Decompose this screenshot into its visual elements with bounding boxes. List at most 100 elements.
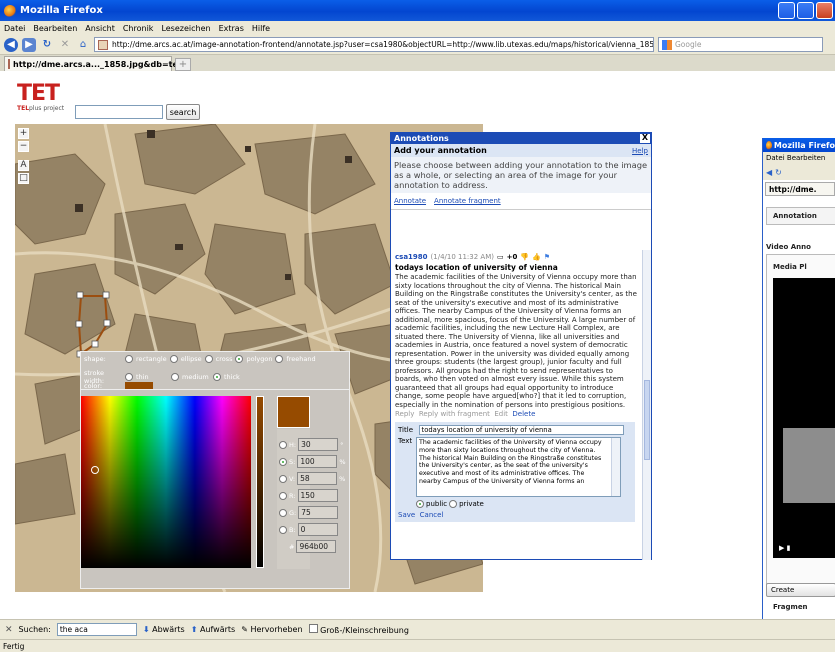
- s-input[interactable]: [297, 455, 338, 468]
- v-unit: %: [339, 474, 346, 483]
- second-firefox-window[interactable]: Mozilla Firefo Datei Bearbeiten ◀ ↻ http…: [762, 138, 835, 619]
- shape-ellipse-radio[interactable]: [169, 355, 178, 363]
- firefox-icon: [766, 140, 772, 150]
- reload-icon[interactable]: ↻: [40, 38, 54, 52]
- edit-annotation-form: Title todays location of university of v…: [395, 422, 635, 522]
- shape-freehand-radio[interactable]: [275, 355, 284, 363]
- h-input[interactable]: [298, 438, 339, 451]
- menu-ansicht[interactable]: Ansicht: [85, 24, 115, 33]
- annotation-scrollbar[interactable]: [642, 250, 651, 560]
- close-panel-button[interactable]: X: [640, 134, 650, 143]
- minimize-button[interactable]: [778, 2, 795, 19]
- shape-rectangle-label: rectangle: [136, 355, 167, 363]
- find-next-button[interactable]: ⬇ Abwärts: [143, 625, 185, 634]
- menu-extras[interactable]: Extras: [219, 24, 244, 33]
- annotate-links: Annotate Annotate fragment: [391, 193, 651, 210]
- arrow-down-icon: ⬇: [142, 625, 150, 634]
- menu-chronik[interactable]: Chronik: [123, 24, 154, 33]
- r-input[interactable]: [297, 489, 338, 502]
- tab-annotate[interactable]: http://dme.arcs.a..._1858.jpg&db=tel: [4, 56, 181, 71]
- thumbs-down-icon[interactable]: 👎: [520, 253, 529, 261]
- menu-hilfe[interactable]: Hilfe: [252, 24, 270, 33]
- maximize-button[interactable]: [797, 2, 814, 19]
- h-radio[interactable]: [279, 440, 287, 449]
- public-radio[interactable]: [416, 500, 424, 508]
- shape-rectangle-radio[interactable]: [125, 355, 133, 363]
- back-arrow-icon[interactable]: ◀: [766, 168, 772, 177]
- logo-sub-suffix: plus project: [29, 105, 65, 112]
- web-search-input[interactable]: Google: [658, 37, 823, 52]
- menu-bearbeiten[interactable]: Bearbeiten: [33, 24, 77, 33]
- color-cursor[interactable]: [91, 466, 99, 474]
- close-findbar-icon[interactable]: ✕: [5, 625, 13, 635]
- match-case-checkbox[interactable]: [308, 624, 318, 633]
- hex-input[interactable]: [296, 540, 337, 553]
- annotate-link[interactable]: Annotate: [394, 197, 426, 205]
- edit-link[interactable]: Edit: [494, 410, 508, 418]
- annotation-user[interactable]: csa1980: [395, 253, 428, 261]
- annotation-tool-button[interactable]: A: [18, 160, 29, 171]
- cancel-link[interactable]: Cancel: [420, 511, 444, 519]
- video-player[interactable]: ▶ ▮: [773, 278, 835, 558]
- find-input[interactable]: the aca: [56, 623, 137, 636]
- media-player-label: Media Pl: [773, 263, 807, 271]
- v-radio[interactable]: [279, 474, 287, 483]
- shape-polygon-radio[interactable]: [235, 355, 244, 363]
- g-input[interactable]: [298, 506, 339, 519]
- stroke-thick-label: thick: [224, 373, 240, 381]
- comment-icon[interactable]: ▭: [497, 253, 504, 261]
- stroke-thin-radio[interactable]: [125, 373, 133, 381]
- shape-cross-radio[interactable]: [204, 355, 213, 363]
- play-icon[interactable]: ▶ ▮: [779, 544, 790, 552]
- v-label: V:: [289, 474, 296, 483]
- reply-fragment-link[interactable]: Reply with fragment: [419, 410, 490, 418]
- g-radio[interactable]: [279, 508, 287, 517]
- menu-datei[interactable]: Datei: [4, 24, 25, 33]
- save-link[interactable]: Save: [398, 511, 415, 519]
- stroke-medium-label: medium: [182, 373, 209, 381]
- textarea-scrollbar[interactable]: [611, 438, 620, 496]
- annotation-date: (1/4/10 11:32 AM): [430, 253, 494, 261]
- private-radio[interactable]: [449, 500, 458, 508]
- annotation-title: todays location of university of vienna: [395, 263, 558, 272]
- zoom-in-button[interactable]: +: [18, 128, 29, 139]
- color-gradient-area[interactable]: [81, 396, 251, 568]
- delete-link[interactable]: Delete: [512, 410, 535, 418]
- close-window-button[interactable]: [816, 2, 833, 19]
- stroke-medium-radio[interactable]: [171, 373, 179, 381]
- home-icon[interactable]: ⌂: [76, 38, 90, 52]
- create-button[interactable]: Create: [766, 583, 835, 597]
- annotate-fragment-link[interactable]: Annotate fragment: [434, 197, 501, 205]
- fragment-tool-button[interactable]: □: [18, 173, 29, 184]
- stroke-thick-radio[interactable]: [213, 373, 221, 381]
- menu-lesezeichen[interactable]: Lesezeichen: [161, 24, 210, 33]
- back-arrow-icon[interactable]: ◀: [4, 37, 18, 52]
- v-input[interactable]: [297, 472, 338, 485]
- stop-icon[interactable]: ✕: [58, 38, 72, 52]
- new-tab-button[interactable]: +: [175, 58, 191, 71]
- s-radio[interactable]: [279, 457, 287, 466]
- forward-arrow-icon[interactable]: ▶: [22, 37, 36, 52]
- highlight-button[interactable]: ✎ Hervorheben: [241, 625, 302, 634]
- help-link[interactable]: Help: [632, 147, 648, 155]
- find-prev-label: Aufwärts: [199, 625, 236, 634]
- zoom-out-button[interactable]: −: [18, 141, 29, 152]
- hue-slider[interactable]: [256, 396, 264, 568]
- r-radio[interactable]: [279, 491, 287, 500]
- second-window-menu[interactable]: Datei Bearbeiten: [763, 152, 835, 164]
- b-input[interactable]: [297, 523, 338, 536]
- reload-icon[interactable]: ↻: [775, 168, 782, 177]
- match-case-option[interactable]: Groß-/Kleinschreibung: [308, 624, 409, 635]
- find-prev-button[interactable]: ⬆ Aufwärts: [191, 625, 236, 634]
- reply-link[interactable]: Reply: [395, 410, 414, 418]
- flag-icon[interactable]: ⚑: [544, 253, 550, 261]
- page-search-input[interactable]: [75, 105, 163, 119]
- edit-title-input[interactable]: todays location of university of vienna: [418, 425, 624, 435]
- url-bar[interactable]: http://dme.arcs.ac.at/image-annotation-f…: [94, 37, 654, 52]
- annotation-scroll-thumb[interactable]: [644, 380, 650, 460]
- edit-text-area[interactable]: The academic facilities of the Universit…: [416, 437, 621, 497]
- second-window-tab[interactable]: http://dme.: [765, 182, 835, 196]
- page-search-button[interactable]: search: [166, 104, 200, 120]
- b-radio[interactable]: [279, 525, 287, 534]
- thumbs-up-icon[interactable]: 👍: [532, 253, 541, 261]
